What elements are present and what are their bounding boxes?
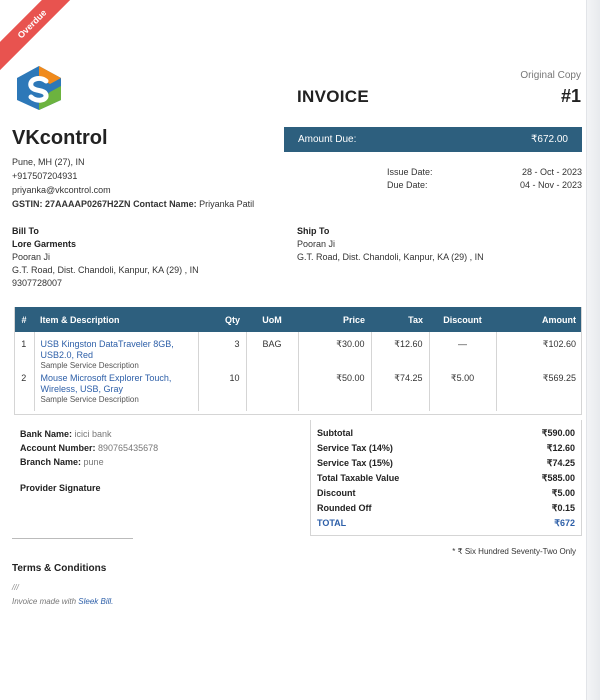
item-price: ₹30.00 (298, 332, 372, 371)
branch-name: pune (83, 457, 104, 467)
item-qty: 10 (198, 371, 247, 411)
page-edge (586, 0, 600, 700)
col-item: Item & Description (34, 307, 198, 332)
totals-box: Subtotal ₹590.00 Service Tax (14%) ₹12.60 … (310, 420, 582, 536)
item-tax: ₹74.25 (371, 371, 430, 411)
table-row: 1 USB Kingston DataTraveler 8GB, USB2.0,… (14, 332, 582, 371)
provider-signature-label: Provider Signature (20, 483, 101, 493)
col-amount: Amount (496, 307, 582, 332)
item-cell: USB Kingston DataTraveler 8GB, USB2.0, R… (34, 332, 199, 371)
col-price: Price (298, 307, 371, 332)
amount-due-value: ₹672.00 (531, 134, 568, 145)
item-uom: BAG (246, 332, 299, 371)
taxable-value: ₹585.00 (541, 473, 575, 483)
bill-to-phone: 9307728007 (12, 278, 63, 288)
item-description: Sample Service Description (40, 361, 139, 370)
total-value: ₹672 (554, 518, 575, 528)
company-details: Pune, MH (27), IN +917507204931 priyanka… (12, 155, 254, 211)
item-cell: Mouse Microsoft Explorer Touch, Wireless… (34, 371, 199, 411)
amount-due-bar: Amount Due: ₹672.00 (284, 127, 582, 152)
due-date: 04 - Nov - 2023 (519, 180, 582, 190)
gstin-label: GSTIN: (12, 199, 45, 209)
copy-label: Original Copy (520, 70, 581, 81)
item-discount: — (429, 332, 497, 371)
item-amount: ₹102.60 (542, 339, 576, 349)
items-header-row: # Item & Description Qty UoM Price Tax D… (14, 307, 582, 332)
items-table: # Item & Description Qty UoM Price Tax D… (14, 307, 582, 411)
ship-to-heading: Ship To (297, 226, 330, 236)
contact-label: Contact Name: (133, 199, 200, 209)
bank-name: icici bank (74, 429, 112, 439)
discount-value: ₹5.00 (551, 488, 575, 498)
item-tax: ₹12.60 (371, 332, 430, 371)
made-with-text: Invoice made with (12, 597, 79, 606)
item-name: Mouse Microsoft Explorer Touch, Wireless… (40, 373, 172, 394)
amount-in-words: * ₹ Six Hundred Seventy-Two Only (452, 547, 576, 556)
company-logo (17, 66, 61, 110)
account-number: 890765435678 (98, 443, 159, 453)
col-tax: Tax (371, 307, 429, 332)
col-qty: Qty (198, 307, 246, 332)
sleek-bill-link[interactable]: Sleek Bill. (78, 597, 113, 606)
signature-line (12, 538, 133, 539)
item-amount: ₹569.25 (542, 373, 576, 383)
ship-to-block: Ship To Pooran Ji G.T. Road, Dist. Chand… (297, 225, 484, 264)
col-number: # (14, 307, 34, 332)
terms-heading: Terms & Conditions (12, 563, 107, 574)
taxable-value-label: Total Taxable Value (317, 473, 400, 483)
issue-date: 28 - Oct - 2023 (521, 167, 582, 177)
bill-to-name: Pooran Ji (12, 252, 51, 262)
invoice-page: Overdue Original Copy INVOICE #1 VKcontr… (0, 0, 600, 700)
invoice-dates: Issue Date: 28 - Oct - 2023 Due Date: 04 -… (387, 166, 582, 192)
company-phone: +917507204931 (12, 171, 78, 181)
invoice-title: INVOICE (297, 87, 370, 106)
company-name: VKcontrol (12, 127, 108, 149)
row-number: 1 (14, 332, 35, 371)
item-discount: ₹5.00 (429, 371, 497, 411)
bill-to-address: G.T. Road, Dist. Chandoli, Kanpur, KA (2… (12, 265, 199, 275)
rounded-off-value: ₹0.15 (551, 503, 575, 513)
rounded-off-label: Rounded Off (317, 503, 372, 513)
item-price: ₹50.00 (298, 371, 372, 411)
gstin-value: 27AAAAP0267H2ZN (45, 199, 131, 209)
col-uom: UoM (246, 307, 298, 332)
branch-name-label: Branch Name: (20, 457, 82, 467)
terms-value: /// (12, 583, 19, 592)
item-name: USB Kingston DataTraveler 8GB, USB2.0, R… (40, 339, 174, 360)
made-with-footer: Invoice made with Sleek Bill. (12, 597, 113, 606)
bank-details: Bank Name: icici bank Account Number: 89… (20, 427, 158, 469)
row-number: 2 (14, 371, 35, 411)
service-tax-14-value: ₹12.60 (546, 443, 575, 453)
company-email: priyanka@vkcontrol.com (12, 185, 111, 195)
item-uom (246, 371, 299, 411)
account-number-label: Account Number: (20, 443, 96, 453)
service-tax-14-label: Service Tax (14%) (317, 443, 393, 453)
issue-date-label: Issue Date: (387, 167, 433, 177)
ship-to-address: G.T. Road, Dist. Chandoli, Kanpur, KA (2… (297, 252, 484, 262)
item-qty: 3 (198, 332, 247, 371)
discount-label: Discount (317, 488, 356, 498)
service-tax-15-label: Service Tax (15%) (317, 458, 393, 468)
total-label: TOTAL (317, 518, 347, 528)
due-date-label: Due Date: (387, 180, 428, 190)
bill-to-company: Lore Garments (12, 239, 77, 249)
bill-to-block: Bill To Lore Garments Pooran Ji G.T. Roa… (12, 225, 199, 290)
subtotal-value: ₹590.00 (541, 428, 575, 438)
subtotal-label: Subtotal (317, 428, 353, 438)
bill-to-heading: Bill To (12, 226, 39, 236)
bank-name-label: Bank Name: (20, 429, 73, 439)
gstin-line: GSTIN: 27AAAAP0267H2ZN Contact Name: Pri… (12, 197, 254, 211)
table-row: 2 Mouse Microsoft Explorer Touch, Wirele… (14, 371, 582, 411)
invoice-number: #1 (560, 86, 581, 106)
service-tax-15-value: ₹74.25 (546, 458, 575, 468)
contact-value: Priyanka Patil (199, 199, 255, 209)
col-discount: Discount (429, 307, 496, 332)
amount-due-label: Amount Due: (298, 134, 357, 145)
company-address: Pune, MH (27), IN (12, 157, 85, 167)
item-description: Sample Service Description (40, 395, 139, 404)
ship-to-name: Pooran Ji (297, 239, 336, 249)
